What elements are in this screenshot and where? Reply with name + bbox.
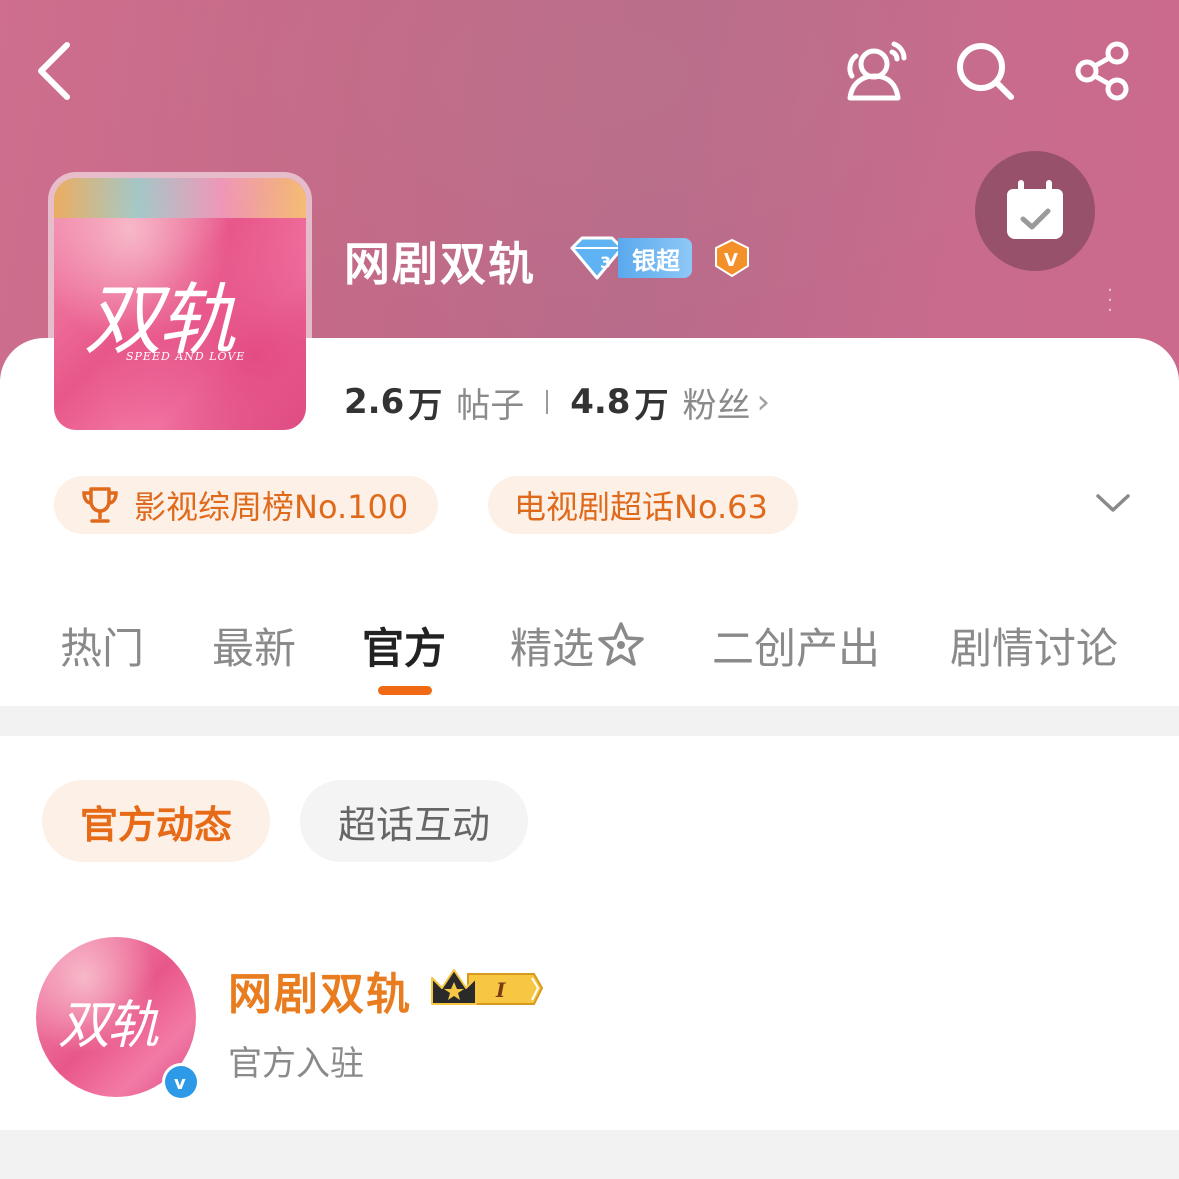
cover-artwork: 双轨 SPEED AND LOVE [54,178,306,430]
verified-shield-icon: V [712,238,752,278]
bottom-divider [0,1130,1179,1179]
topic-cover[interactable]: 双轨 SPEED AND LOVE [48,172,312,436]
crown-level-badge: I [428,964,546,1012]
filter-official-updates[interactable]: 官方动态 [42,780,270,862]
filter-topic-interaction[interactable]: 超话互动 [300,780,528,862]
avatar-art-text: 双轨 [58,996,159,1056]
rank-label: 影视综周榜No.100 [134,488,409,526]
fans-unit[interactable]: 万 [634,378,668,427]
crown-icon: I [431,969,544,1005]
tab-featured[interactable]: 精选 [510,612,646,678]
back-button[interactable] [20,36,90,106]
calendar-check-icon [1007,180,1063,239]
checkin-button[interactable] [975,151,1095,271]
expand-button[interactable] [1092,482,1134,524]
tab-bar: 热门 最新 官方 精选 二创产出 剧情讨论 [0,612,1179,702]
account-description: 官方入驻 [228,1044,364,1084]
level-number: 3 [600,253,611,272]
tab-plot-discussion[interactable]: 剧情讨论 [950,612,1118,678]
rank-tag-weekly[interactable]: 影视综周榜No.100 [54,476,439,534]
chevron-right-icon[interactable]: › [756,382,770,422]
avatar-verified-mark: v [174,1073,186,1094]
verified-badge: v [162,1063,200,1101]
stats-separator [546,390,549,414]
section-divider [0,706,1179,736]
topic-title: 网剧双轨 [344,237,536,291]
account-name[interactable]: 网剧双轨 [228,958,412,1022]
level-label: 银超 [618,238,692,278]
tab-hot[interactable]: 热门 [60,612,144,678]
star-icon [598,622,644,666]
trophy-icon [80,485,120,525]
friends-circle-button[interactable] [842,36,912,106]
cover-subtitle-art: SPEED AND LOVE [126,350,246,363]
tab-featured-label: 精选 [510,623,595,673]
fans-count[interactable]: 4.8 [570,382,630,422]
tab-latest[interactable]: 最新 [212,612,296,678]
tab-fan-creations[interactable]: 二创产出 [712,612,880,678]
verified-mark: V [724,250,738,271]
search-icon [957,43,1014,100]
super-topic-level-badge[interactable]: 3 银超 [568,236,692,280]
topic-stats: 2.6 万 帖子 4.8 万 粉丝 › [344,378,770,426]
cover-color-strip [54,178,306,218]
verified-check-icon: v [165,1066,197,1098]
crown-level: I [495,978,506,1002]
fans-label[interactable]: 粉丝 [682,378,750,427]
rank-tag-tv-series[interactable]: 电视剧超话No.63 [488,476,798,534]
share-button[interactable] [1068,36,1138,106]
chevron-left-icon [38,42,70,100]
tab-official[interactable]: 官方 [362,612,446,678]
posts-label: 帖子 [456,385,525,426]
search-button[interactable] [950,36,1020,106]
people-broadcast-icon [847,41,907,101]
share-icon [1075,41,1129,101]
posts-count: 2.6 [344,382,405,422]
rank-label: 电视剧超话No.63 [514,488,768,526]
active-tab-indicator [378,686,432,695]
more-dots-icon: · · · [1107,280,1113,321]
posts-unit: 万 [408,385,443,426]
chevron-down-icon [1096,494,1130,512]
